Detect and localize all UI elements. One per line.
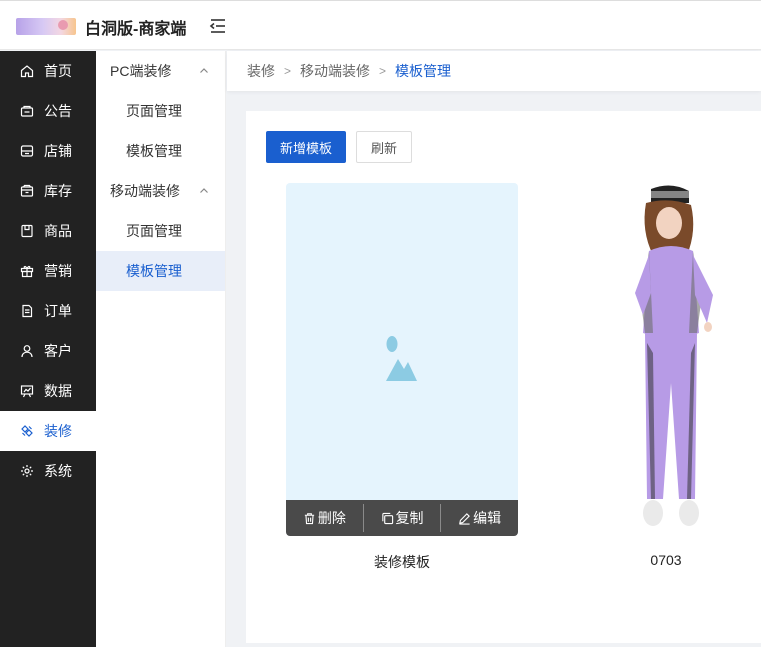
chevron-up-icon [200,188,208,193]
sidebar-item-label: 装修 [44,423,72,439]
add-template-button[interactable]: 新增模板 [266,131,346,163]
delete-button[interactable]: 删除 [286,508,363,528]
sidebar-item-label: 库存 [44,183,72,199]
sidebar-item-label: 订单 [44,303,72,319]
trash-icon [304,512,314,524]
edit-icon [459,512,471,525]
gift-icon [20,264,34,278]
subnav-item-label: 页面管理 [126,223,182,239]
delete-label: 删除 [317,510,346,526]
sidebar-item-label: 数据 [44,383,72,399]
sidebar-item-notice[interactable]: 公告 [0,91,96,131]
subnav-item-mobile-pages[interactable]: 页面管理 [96,211,225,251]
sidebar-item-label: 商品 [44,223,72,239]
refresh-button[interactable]: 刷新 [356,131,412,163]
copy-icon [381,512,393,524]
sidebar-item-customer[interactable]: 客户 [0,331,96,371]
subnav-group-label: 移动端装修 [110,183,180,199]
subnav-group-mobile[interactable]: 移动端装修 [96,171,225,211]
template-thumbnail-image[interactable] [591,183,741,536]
home-icon [20,64,34,78]
order-icon [20,304,34,318]
sidebar-item-label: 营销 [44,263,72,279]
sidebar-item-home[interactable]: 首页 [0,51,96,91]
sidebar-item-store[interactable]: 店铺 [0,131,96,171]
template-list-panel: 新增模板 刷新 删除 复制 编辑 装修模板 0703 [246,111,761,643]
inventory-icon [20,184,34,198]
image-placeholder-icon [386,336,417,381]
template-card[interactable]: 删除 复制 编辑 [286,183,518,536]
sidebar-item-marketing[interactable]: 营销 [0,251,96,291]
copy-label: 复制 [395,510,424,526]
template-card-actions: 删除 复制 编辑 [286,500,518,536]
breadcrumb-item[interactable]: 装修 [247,61,275,81]
breadcrumb-current: 模板管理 [395,63,452,79]
copy-button[interactable]: 复制 [362,504,441,532]
breadcrumb: 装修 > 移动端装修 > 模板管理 [227,51,761,91]
user-icon [20,344,34,358]
menu-collapse-icon[interactable] [208,16,228,36]
sidebar-item-label: 店铺 [44,143,72,159]
sidebar-item-order[interactable]: 订单 [0,291,96,331]
template-name: 装修模板 [374,554,430,570]
sidebar-item-label: 客户 [44,343,72,359]
decorate-icon [20,424,34,438]
top-header: 白洞版-商家端 [0,0,761,50]
chevron-right-icon: > [379,64,387,78]
sidebar-item-label: 首页 [44,63,72,79]
subnav-item-pc-pages[interactable]: 页面管理 [96,91,225,131]
subnav-item-label: 模板管理 [126,263,182,279]
subnav-item-label: 页面管理 [126,103,182,119]
subnav-group-pc[interactable]: PC端装修 [96,51,225,91]
subnav-group-label: PC端装修 [110,63,172,79]
notice-icon [20,104,34,118]
sidebar-item-product[interactable]: 商品 [0,211,96,251]
product-icon [20,224,34,238]
store-icon [20,144,34,158]
edit-button[interactable]: 编辑 [440,504,518,532]
breadcrumb-item[interactable]: 移动端装修 [300,61,370,81]
chevron-up-icon [200,68,208,73]
sub-sidebar: PC端装修 页面管理 模板管理 移动端装修 页面管理 模板管理 [96,51,226,647]
edit-label: 编辑 [473,510,502,526]
gear-icon [20,464,34,478]
subnav-item-label: 模板管理 [126,143,182,159]
sidebar-item-label: 系统 [44,463,72,479]
brand-logo [16,18,76,35]
template-name: 0703 [650,552,682,568]
chart-icon [20,384,34,398]
sidebar-item-decorate[interactable]: 装修 [0,411,96,451]
subnav-item-mobile-templates[interactable]: 模板管理 [96,251,225,291]
main-sidebar: 首页 公告 店铺 库存 商品 营销 订单 客户 数据 装修 系统 [0,51,96,647]
app-title: 白洞版-商家端 [85,21,187,38]
sidebar-item-system[interactable]: 系统 [0,451,96,491]
chevron-right-icon: > [284,64,292,78]
sidebar-item-inventory[interactable]: 库存 [0,171,96,211]
sidebar-item-label: 公告 [44,103,72,119]
subnav-item-pc-templates[interactable]: 模板管理 [96,131,225,171]
sidebar-item-data[interactable]: 数据 [0,371,96,411]
